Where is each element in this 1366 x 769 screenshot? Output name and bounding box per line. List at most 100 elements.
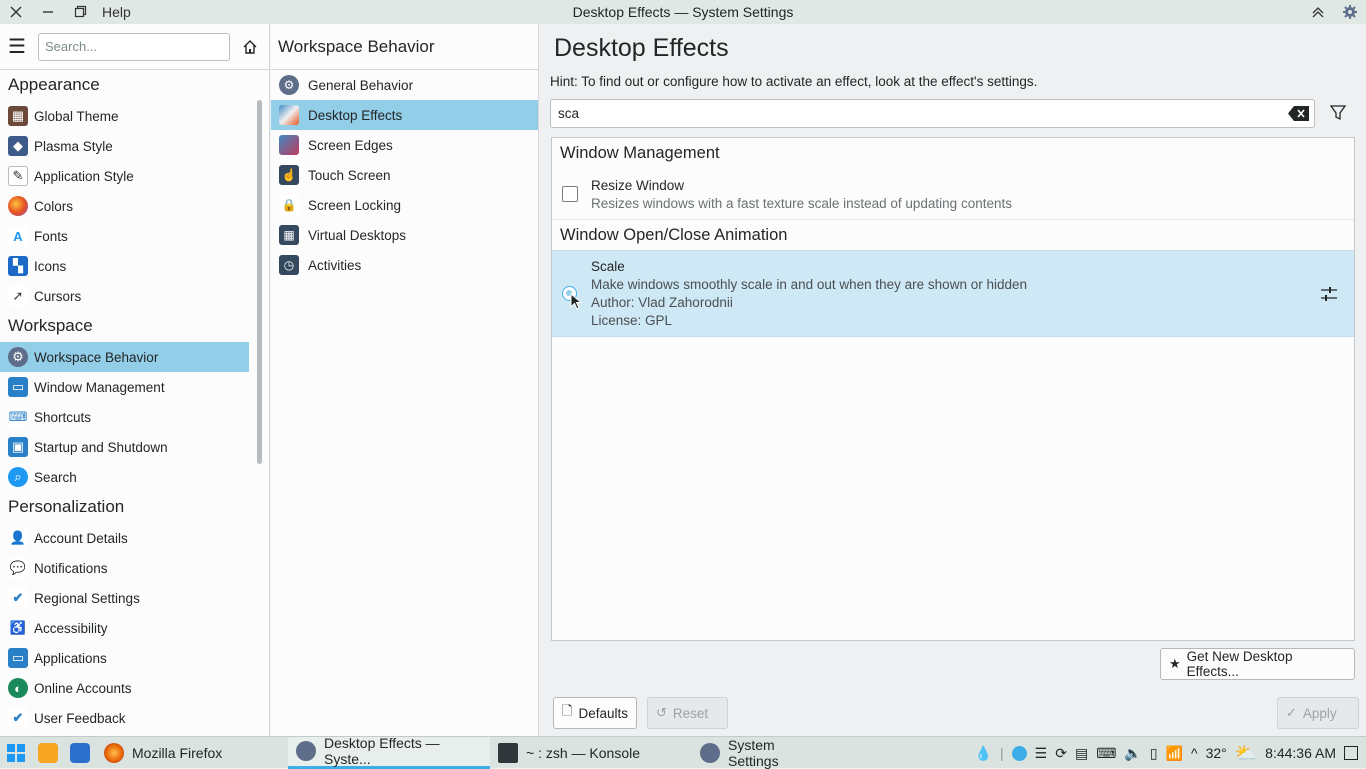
- effect-row-scale[interactable]: Scale Make windows smoothly scale in and…: [552, 250, 1354, 337]
- network-icon[interactable]: 📶: [1166, 745, 1183, 762]
- task-system-settings[interactable]: System Settings: [692, 737, 832, 769]
- general-behavior-icon: ⚙: [279, 75, 299, 95]
- sidebar-item-label: Startup and Shutdown: [34, 439, 168, 455]
- clear-text-icon[interactable]: [1288, 105, 1310, 122]
- apply-button[interactable]: ✓ Apply: [1277, 697, 1359, 729]
- configure-sliders-icon[interactable]: [1320, 285, 1338, 303]
- reset-button[interactable]: ↺ Reset: [647, 697, 728, 729]
- sidebar-item-label: User Feedback: [34, 710, 126, 726]
- sidebar-scrollbar[interactable]: [257, 100, 262, 464]
- sidebar-item-search[interactable]: ⌕ Search: [0, 462, 249, 492]
- sidebar-item-user-feedback[interactable]: ✔ User Feedback: [0, 703, 249, 733]
- keyboard-icon[interactable]: ⌨: [1096, 745, 1116, 762]
- home-icon[interactable]: [242, 39, 258, 55]
- clock[interactable]: 8:44:36 AM: [1265, 745, 1336, 761]
- document-revert-icon: 🗋: [562, 703, 573, 718]
- subcategory-general-behavior[interactable]: ⚙ General Behavior: [271, 70, 538, 100]
- sidebar-item-label: Regional Settings: [34, 590, 140, 606]
- filter-field: [550, 99, 1315, 128]
- resize-window-checkbox[interactable]: [562, 186, 578, 202]
- desktop-effects-icon: [279, 105, 299, 125]
- search-input[interactable]: [38, 32, 230, 61]
- applications-icon: ▭: [8, 648, 28, 668]
- hamburger-menu-icon[interactable]: ☰: [8, 34, 30, 59]
- color-picker-icon[interactable]: 💧: [975, 745, 992, 762]
- sidebar-item-accessibility[interactable]: ♿ Accessibility: [0, 613, 249, 643]
- category-workspace: Workspace: [8, 316, 93, 335]
- subcategory-touch-screen[interactable]: ☝ Touch Screen: [271, 160, 538, 190]
- sidebar-item-colors[interactable]: Colors: [0, 191, 249, 221]
- file-manager-icon[interactable]: [32, 737, 64, 769]
- subcategory-activities[interactable]: ◷ Activities: [271, 250, 538, 280]
- task-desktop-effects[interactable]: Desktop Effects — Syste...: [288, 735, 490, 769]
- filter-funnel-icon[interactable]: [1329, 104, 1347, 122]
- weather-icon[interactable]: ⛅: [1235, 743, 1257, 764]
- sidebar-item-regional-settings[interactable]: ✔ Regional Settings: [0, 583, 249, 613]
- sidebar-item-workspace-behavior[interactable]: ⚙ Workspace Behavior: [0, 342, 249, 372]
- subcategory-label: Virtual Desktops: [308, 227, 407, 243]
- status-circle-icon[interactable]: [1011, 745, 1027, 761]
- subcategory-screen-edges[interactable]: Screen Edges: [271, 130, 538, 160]
- system-tray: 💧 | ☰ ⟳ ▤ ⌨ 🔈 ▯ 📶 ^ 32° ⛅ 8:44:36 AM: [971, 737, 1366, 769]
- sidebar-item-global-theme[interactable]: ▦ Global Theme: [0, 101, 249, 131]
- sidebar-item-plasma-style[interactable]: ◆ Plasma Style: [0, 131, 249, 161]
- system-settings-task-icon: [296, 741, 316, 761]
- filter-input[interactable]: [551, 100, 1281, 127]
- sidebar-item-account-details[interactable]: 👤 Account Details: [0, 523, 249, 553]
- task-firefox[interactable]: Mozilla Firefox: [96, 737, 288, 769]
- window-management-icon: ▭: [8, 377, 28, 397]
- colors-icon: [8, 196, 28, 216]
- shortcuts-icon: ⌨: [8, 407, 28, 427]
- subcategory-desktop-effects[interactable]: Desktop Effects: [271, 100, 538, 130]
- main-content: Desktop Effects Hint: To find out or con…: [540, 24, 1366, 736]
- sidebar-item-startup-shutdown[interactable]: ▣ Startup and Shutdown: [0, 432, 249, 462]
- sidebar-item-online-accounts[interactable]: ◐ Online Accounts: [0, 673, 249, 703]
- sidebar-item-shortcuts[interactable]: ⌨ Shortcuts: [0, 402, 249, 432]
- get-new-effects-button[interactable]: ★ Get New Desktop Effects...: [1160, 648, 1355, 680]
- sidebar-item-window-management[interactable]: ▭ Window Management: [0, 372, 249, 402]
- checkmark-icon: ✓: [1286, 705, 1297, 720]
- sidebar-item-cursors[interactable]: ➚ Cursors: [0, 281, 249, 311]
- sidebar-item-label: Application Style: [34, 168, 134, 184]
- window-title: Desktop Effects — System Settings: [572, 4, 794, 20]
- updates-icon[interactable]: ⟳: [1055, 745, 1067, 762]
- minimize-icon[interactable]: [32, 0, 64, 24]
- subcategory-title: Workspace Behavior: [271, 24, 538, 70]
- notes-icon[interactable]: ☰: [1035, 745, 1048, 762]
- sidebar-item-label: Colors: [34, 198, 74, 214]
- volume-icon[interactable]: 🔈: [1124, 745, 1141, 762]
- application-style-icon: ✎: [8, 166, 28, 186]
- subcategory-label: Touch Screen: [308, 167, 391, 183]
- sidebar-item-icons[interactable]: ▚ Icons: [0, 251, 249, 281]
- notifications-icon: 💬: [8, 558, 28, 578]
- subcategory-virtual-desktops[interactable]: ▦ Virtual Desktops: [271, 220, 538, 250]
- close-icon[interactable]: [0, 0, 32, 24]
- virtual-desktops-icon: ▦: [279, 225, 299, 245]
- system-settings-task-icon: [700, 742, 720, 763]
- sidebar-item-application-style[interactable]: ✎ Application Style: [0, 161, 249, 191]
- subcategory-screen-locking[interactable]: 🔒 Screen Locking: [271, 190, 538, 220]
- task-konsole[interactable]: ~ : zsh — Konsole: [490, 737, 692, 769]
- effect-row-resize-window[interactable]: Resize Window Resizes windows with a fas…: [552, 168, 1354, 220]
- sidebar-item-label: Shortcuts: [34, 409, 92, 425]
- mail-client-icon[interactable]: [64, 737, 96, 769]
- temperature[interactable]: 32°: [1206, 745, 1227, 761]
- regional-settings-icon: ✔: [8, 588, 28, 608]
- sidebar-item-label: Cursors: [34, 288, 82, 304]
- show-desktop-icon[interactable]: [1344, 746, 1358, 760]
- sidebar-item-fonts[interactable]: A Fonts: [0, 221, 249, 251]
- sidebar-item-label: Online Accounts: [34, 680, 132, 696]
- app-launcher-icon[interactable]: [0, 737, 32, 769]
- subcategory-label: Activities: [308, 257, 362, 273]
- sidebar-item-applications[interactable]: ▭ Applications: [0, 643, 249, 673]
- defaults-button[interactable]: 🗋 Defaults: [553, 697, 637, 729]
- keep-above-icon[interactable]: [1302, 0, 1334, 24]
- restore-icon[interactable]: [64, 0, 96, 24]
- system-settings-icon[interactable]: [1334, 0, 1366, 24]
- help-menu[interactable]: Help: [96, 4, 137, 20]
- phone-icon[interactable]: ▯: [1150, 745, 1158, 762]
- tray-expand-icon[interactable]: ^: [1191, 745, 1198, 761]
- clipboard-icon[interactable]: ▤: [1075, 745, 1088, 762]
- sidebar-item-notifications[interactable]: 💬 Notifications: [0, 553, 249, 583]
- sidebar-item-label: Fonts: [34, 228, 68, 244]
